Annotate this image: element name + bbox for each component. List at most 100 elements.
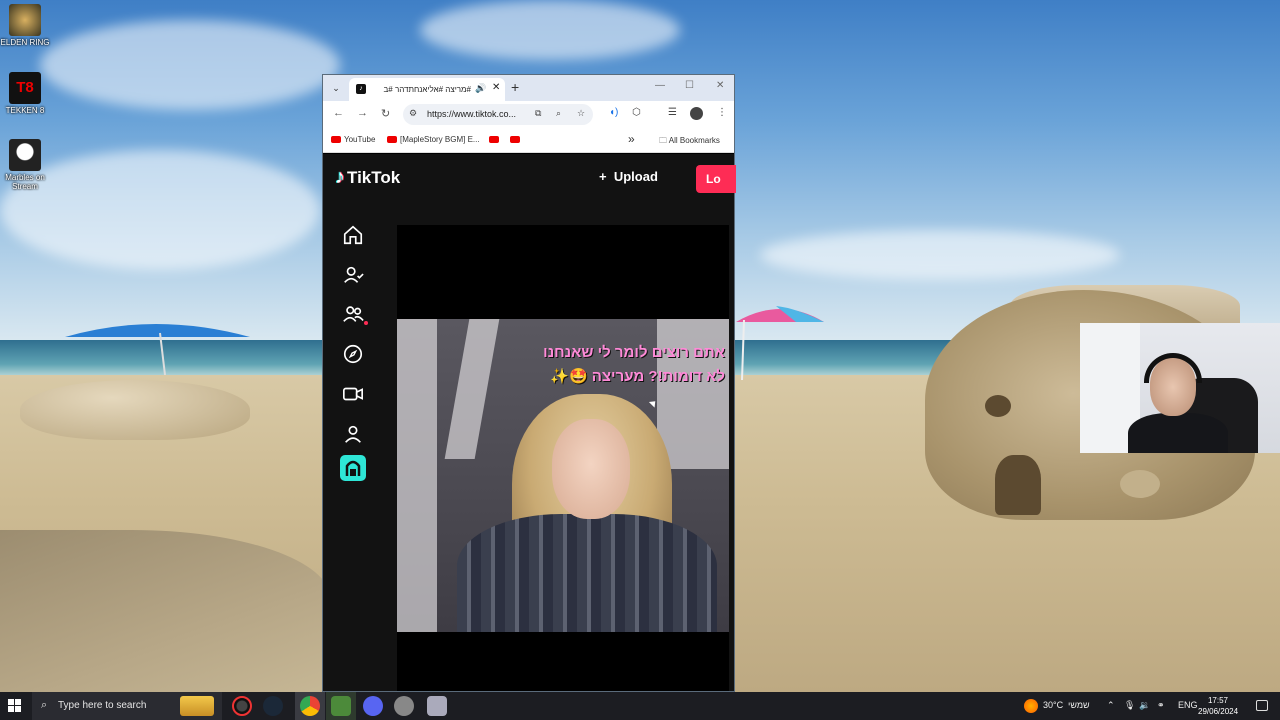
install-app-icon[interactable]: ⧉ (535, 108, 541, 119)
bookmarks-bar: YouTube [MapleStory BGM] E... » 🗀 All Bo… (323, 128, 734, 153)
tiktok-note-icon: ♪ (335, 166, 345, 188)
search-icon: ⌕ (41, 699, 48, 711)
tab-bar: ⌄ ♪ #מריצה #אליאנחתדהר #ב 🔊 ✕ + — ☐ ✕ (323, 75, 734, 101)
notification-icon[interactable] (1256, 700, 1268, 711)
video-frame: אתם רוצים לומר לי שאנחנו לא דומות!? מערי… (397, 319, 729, 632)
language-indicator[interactable]: ENG (1178, 700, 1198, 710)
weather-icon[interactable] (1024, 699, 1038, 713)
plus-icon: + (599, 169, 607, 184)
friends-icon[interactable] (342, 303, 364, 325)
castle-door (995, 455, 1041, 515)
beach-umbrella (65, 324, 250, 375)
clock-time: 17:57 (1207, 696, 1229, 705)
youtube-icon (331, 136, 341, 144)
tiktok-header: ♪ TikTok + Upload Lo (323, 154, 736, 205)
bookmark-label: [MapleStory BGM] E... (400, 135, 480, 144)
desktop-icon-tekken[interactable]: T8 TEKKEN 8 (0, 72, 50, 115)
caption-line: לא דומות!? מעריצה 🤩✨ (550, 368, 725, 385)
microphone-icon[interactable]: 🎙 (1124, 700, 1135, 711)
discord-icon[interactable] (363, 696, 383, 716)
clock-date: 29/06/2024 (1198, 707, 1239, 716)
game-app-icon[interactable] (331, 696, 351, 716)
webcam-overlay (1080, 323, 1280, 453)
castle-window (985, 395, 1011, 417)
tiktok-sidebar (323, 205, 383, 691)
reading-list-icon[interactable]: ☰ (668, 107, 677, 118)
back-icon[interactable]: ← (333, 107, 344, 119)
background-poster (444, 319, 500, 459)
forward-icon[interactable]: → (357, 107, 368, 119)
menu-icon[interactable]: ⋮ (717, 107, 727, 118)
streamer-body (1128, 413, 1228, 453)
cloud (420, 0, 680, 60)
network-icon[interactable]: ⚭ (1157, 700, 1165, 711)
close-tab-icon[interactable]: ✕ (492, 82, 500, 93)
folder-icon: 🗀 (659, 136, 667, 145)
new-tab-button[interactable]: + (511, 79, 519, 95)
clock[interactable]: 17:57 29/06/2024 (1198, 695, 1238, 717)
maximize-icon[interactable]: ☐ (685, 80, 694, 91)
bookmark-youtube-3[interactable] (510, 135, 523, 144)
cloud (760, 230, 1120, 280)
desktop-icon-label: Marbles on Stream (5, 173, 45, 191)
beach-umbrella (736, 306, 824, 381)
desktop-icon-label: TEKKEN 8 (5, 106, 45, 115)
reload-icon[interactable]: ↻ (381, 107, 390, 120)
speaker-icon[interactable]: 🔊 (475, 83, 486, 94)
volume-icon[interactable]: 🔉 (1139, 700, 1150, 711)
login-button[interactable]: Lo (696, 165, 736, 193)
tiktok-page: ♪ TikTok + Upload Lo אתם רוצים לומר לי ש… (323, 154, 736, 691)
more-bookmarks-icon[interactable]: » (628, 132, 635, 146)
desktop-icon-marbles[interactable]: Marbles on Stream (0, 139, 50, 191)
obs-icon[interactable] (232, 696, 252, 716)
desktop-icon-elden-ring[interactable]: ELDEN RING (0, 4, 50, 47)
close-window-icon[interactable]: ✕ (716, 80, 724, 91)
weather-temp[interactable]: 30°C (1043, 700, 1063, 710)
tiktok-logo[interactable]: ♪ TikTok (335, 166, 400, 189)
upload-label: Upload (613, 169, 658, 184)
marbles-icon (9, 139, 41, 171)
following-icon[interactable] (342, 264, 364, 286)
bookmark-youtube-2[interactable] (489, 135, 502, 144)
minimize-icon[interactable]: — (655, 80, 665, 91)
tray-chevron-icon[interactable]: ⌃ (1107, 700, 1115, 711)
home-icon[interactable] (342, 224, 364, 246)
bookmark-youtube[interactable]: YouTube (331, 135, 375, 144)
person-shirt (457, 514, 717, 632)
taskbar: ⌕ Type here to search 30°C שמשי ⌃ 🎙 🔉 ⚭ … (0, 692, 1280, 720)
tekken-icon: T8 (9, 72, 41, 104)
browser-tab-tiktok[interactable]: ♪ #מריצה #אליאנחתדהר #ב 🔊 ✕ (349, 78, 505, 101)
search-highlight-icon (180, 696, 214, 716)
app-icon[interactable] (394, 696, 414, 716)
taskbar-search-input[interactable]: ⌕ Type here to search (32, 692, 222, 720)
live-icon[interactable] (342, 383, 364, 405)
video-player[interactable]: אתם רוצים לומר לי שאנחנו לא דומות!? מערי… (397, 225, 729, 691)
cloud (40, 20, 340, 110)
app-window-icon[interactable] (427, 696, 447, 716)
profile-avatar[interactable] (690, 107, 703, 120)
bookmark-maplestory[interactable]: [MapleStory BGM] E... (387, 135, 480, 144)
all-bookmarks-button[interactable]: 🗀 All Bookmarks (659, 135, 720, 149)
notification-dot (364, 321, 368, 325)
tab-search-icon[interactable]: ⌄ (328, 80, 344, 96)
url-input[interactable]: ⚙ https://www.tiktok.co... ⧉ ⌕ ☆ (403, 104, 593, 125)
site-info-icon[interactable]: ⚙ (409, 108, 417, 119)
extensions-icon[interactable]: ⬡ (632, 107, 641, 118)
youtube-icon (387, 136, 397, 144)
upload-button[interactable]: + Upload (593, 168, 664, 185)
windows-start-icon[interactable] (8, 699, 22, 713)
app-icon[interactable] (340, 455, 366, 481)
bookmark-star-icon[interactable]: ☆ (577, 108, 585, 119)
zoom-icon[interactable]: ⌕ (556, 108, 561, 119)
media-icon[interactable]: ◖) (609, 107, 618, 118)
video-caption: אתם רוצים לומר לי שאנחנו לא דומות!? מערי… (415, 341, 725, 389)
profile-icon[interactable] (342, 423, 364, 445)
steam-icon[interactable] (263, 696, 283, 716)
person-face (552, 419, 630, 519)
all-bookmarks-label: All Bookmarks (668, 136, 720, 145)
explore-icon[interactable] (342, 343, 364, 365)
caption-line: אתם רוצים לומר לי שאנחנו (543, 344, 725, 361)
bookmark-label: YouTube (344, 135, 376, 144)
chrome-icon[interactable] (300, 696, 320, 716)
weather-condition[interactable]: שמשי (1068, 700, 1090, 710)
